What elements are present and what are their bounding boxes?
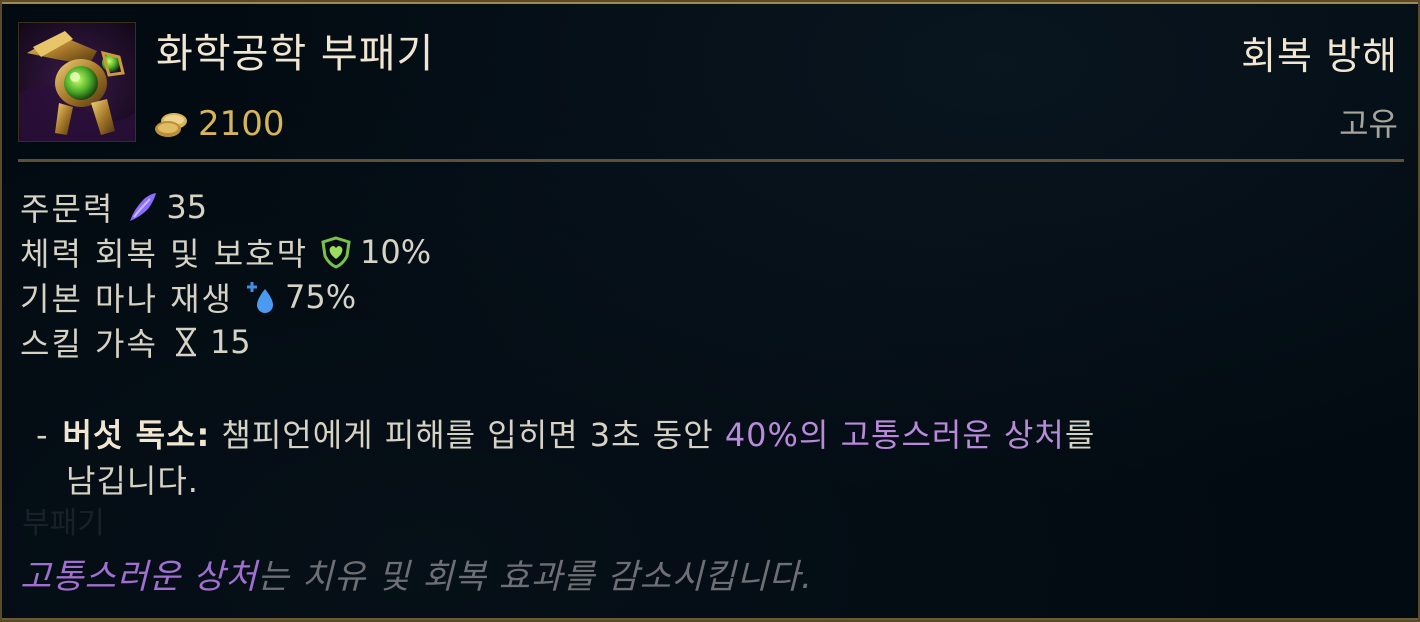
- item-tag-grievous-wounds: 회복 방해: [1241, 34, 1398, 78]
- passive-name: 버섯 독소:: [62, 416, 211, 454]
- stat-row-ability-haste: 스킬 가속 15: [20, 319, 431, 364]
- item-tag-unique: 고유: [1339, 105, 1398, 143]
- flavor-term: 고통스러운 상처: [20, 557, 258, 597]
- chemtech-putrifier-icon: [18, 22, 136, 142]
- passive-bullet: -: [36, 416, 49, 454]
- stat-value: 75%: [284, 277, 357, 316]
- ability-haste-icon: [168, 324, 204, 360]
- stat-value: 15: [209, 322, 251, 361]
- gold-coin-icon: [154, 109, 190, 139]
- stat-label: 기본 마나 재생: [20, 279, 233, 318]
- ability-power-icon: [124, 189, 160, 225]
- stat-value: 35: [166, 187, 208, 226]
- stat-label: 체력 회복 및 보호막: [20, 234, 309, 273]
- item-name: 화학공학 부패기: [156, 31, 435, 77]
- passive-text: 챔피언에게 피해를 입히면 3초 동안: [210, 416, 725, 454]
- stat-row-ability-power: 주문력 35: [20, 184, 431, 229]
- passive-text-end: 를: [1064, 416, 1096, 454]
- item-tooltip: 화학공학 부패기 2100 회복 방해 고유 주문력 35 체력 회복 및 보호…: [0, 0, 1420, 622]
- stats-list: 주문력 35 체력 회복 및 보호막 10% 기본 마나 재생 75% 스킬 가…: [20, 184, 431, 364]
- mana-regen-icon: [243, 279, 279, 315]
- passive-description: - 버섯 독소: 챔피언에게 피해를 입히면 3초 동안 40%의 고통스러운 상…: [36, 412, 1326, 504]
- passive-line-2: 남깁니다.: [66, 462, 199, 500]
- heal-shield-power-icon: [318, 234, 354, 270]
- stat-label: 스킬 가속: [20, 324, 158, 363]
- header-divider: [18, 159, 1404, 162]
- stat-label: 주문력: [20, 189, 115, 228]
- flavor-description: 는 치유 및 회복 효과를 감소시킵니다.: [257, 557, 813, 597]
- passive-highlight-term: 고통스러운 상처: [840, 416, 1065, 454]
- flavor-text: 고통스러운 상처는 치유 및 회복 효과를 감소시킵니다.: [20, 552, 813, 602]
- stat-row-mana-regen: 기본 마나 재생 75%: [20, 274, 431, 319]
- stat-row-heal-shield-power: 체력 회복 및 보호막 10%: [20, 229, 431, 274]
- passive-line-1: - 버섯 독소: 챔피언에게 피해를 입히면 3초 동안 40%의 고통스러운 상…: [36, 412, 1326, 458]
- passive-highlight-percent: 40%의: [724, 416, 841, 454]
- item-cost-value: 2100: [198, 104, 285, 144]
- stat-value: 10%: [360, 232, 432, 271]
- ghost-text: 부패기: [22, 506, 105, 541]
- item-cost: 2100: [154, 100, 285, 148]
